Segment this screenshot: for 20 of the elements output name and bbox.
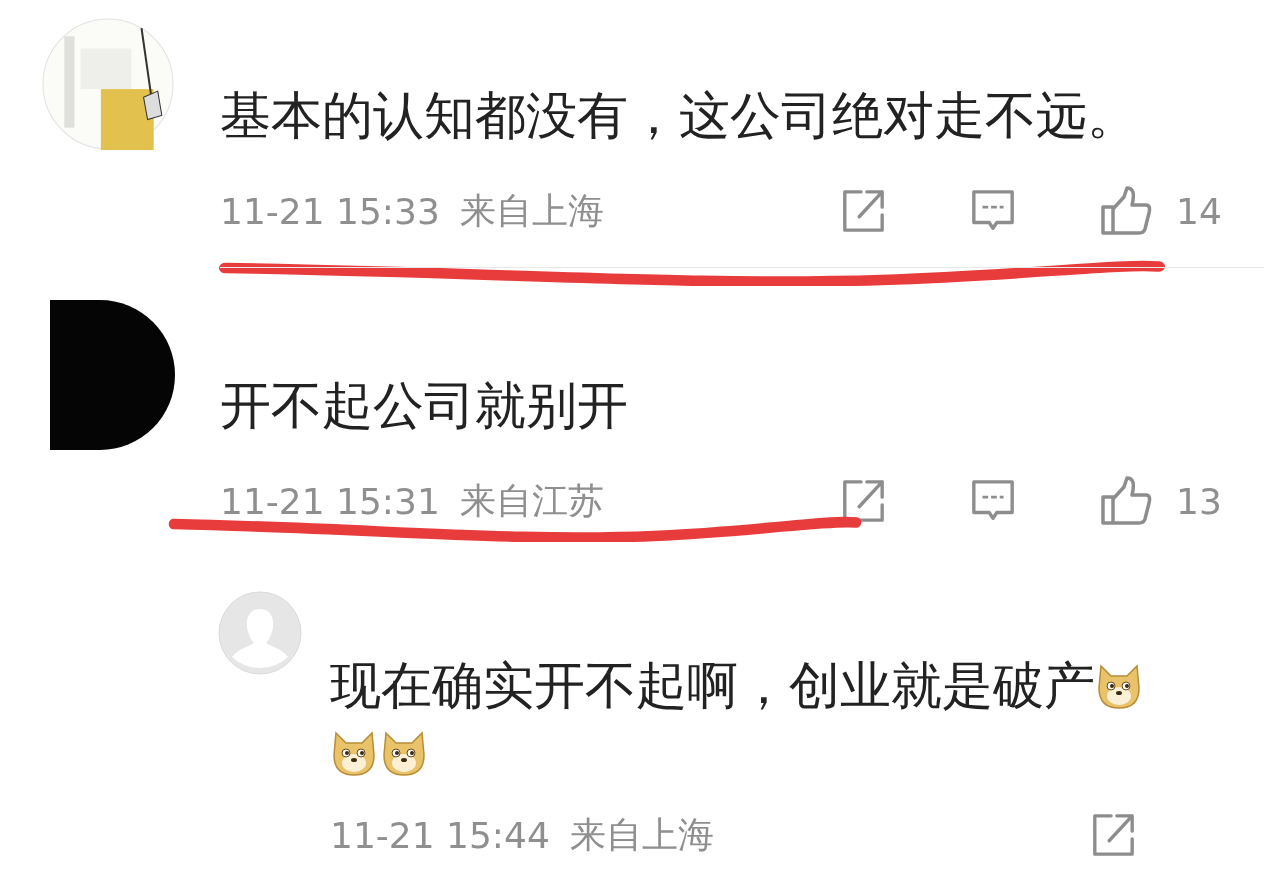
dog-emoji-icon (330, 729, 378, 777)
share-icon[interactable] (840, 188, 886, 234)
dog-emoji-icon (380, 729, 428, 777)
avatar-icon (218, 591, 302, 675)
thumbs-up-icon[interactable] (1100, 185, 1152, 237)
share-icon[interactable] (1090, 812, 1136, 858)
thumbs-up-icon[interactable] (1100, 475, 1152, 527)
comment-time: 11-21 15:31 (220, 480, 440, 522)
like-count: 13 (1176, 480, 1220, 522)
share-icon[interactable] (840, 478, 886, 524)
comment-text: 基本的认知都没有，这公司绝对走不远。 (220, 85, 1139, 147)
reply-text: 现在确实开不起啊，创业就是破产 (330, 656, 1095, 715)
comment-location: 来自上海 (459, 188, 604, 233)
comment-time: 11-21 15:44 (330, 814, 550, 856)
dog-emoji-icon (1095, 662, 1143, 710)
comment-location: 来自江苏 (459, 478, 604, 523)
comment-text: 开不起公司就别开 (220, 375, 629, 437)
comment-location: 来自上海 (569, 812, 714, 857)
comment-time: 11-21 15:33 (220, 190, 440, 232)
like-count: 14 (1176, 190, 1220, 232)
